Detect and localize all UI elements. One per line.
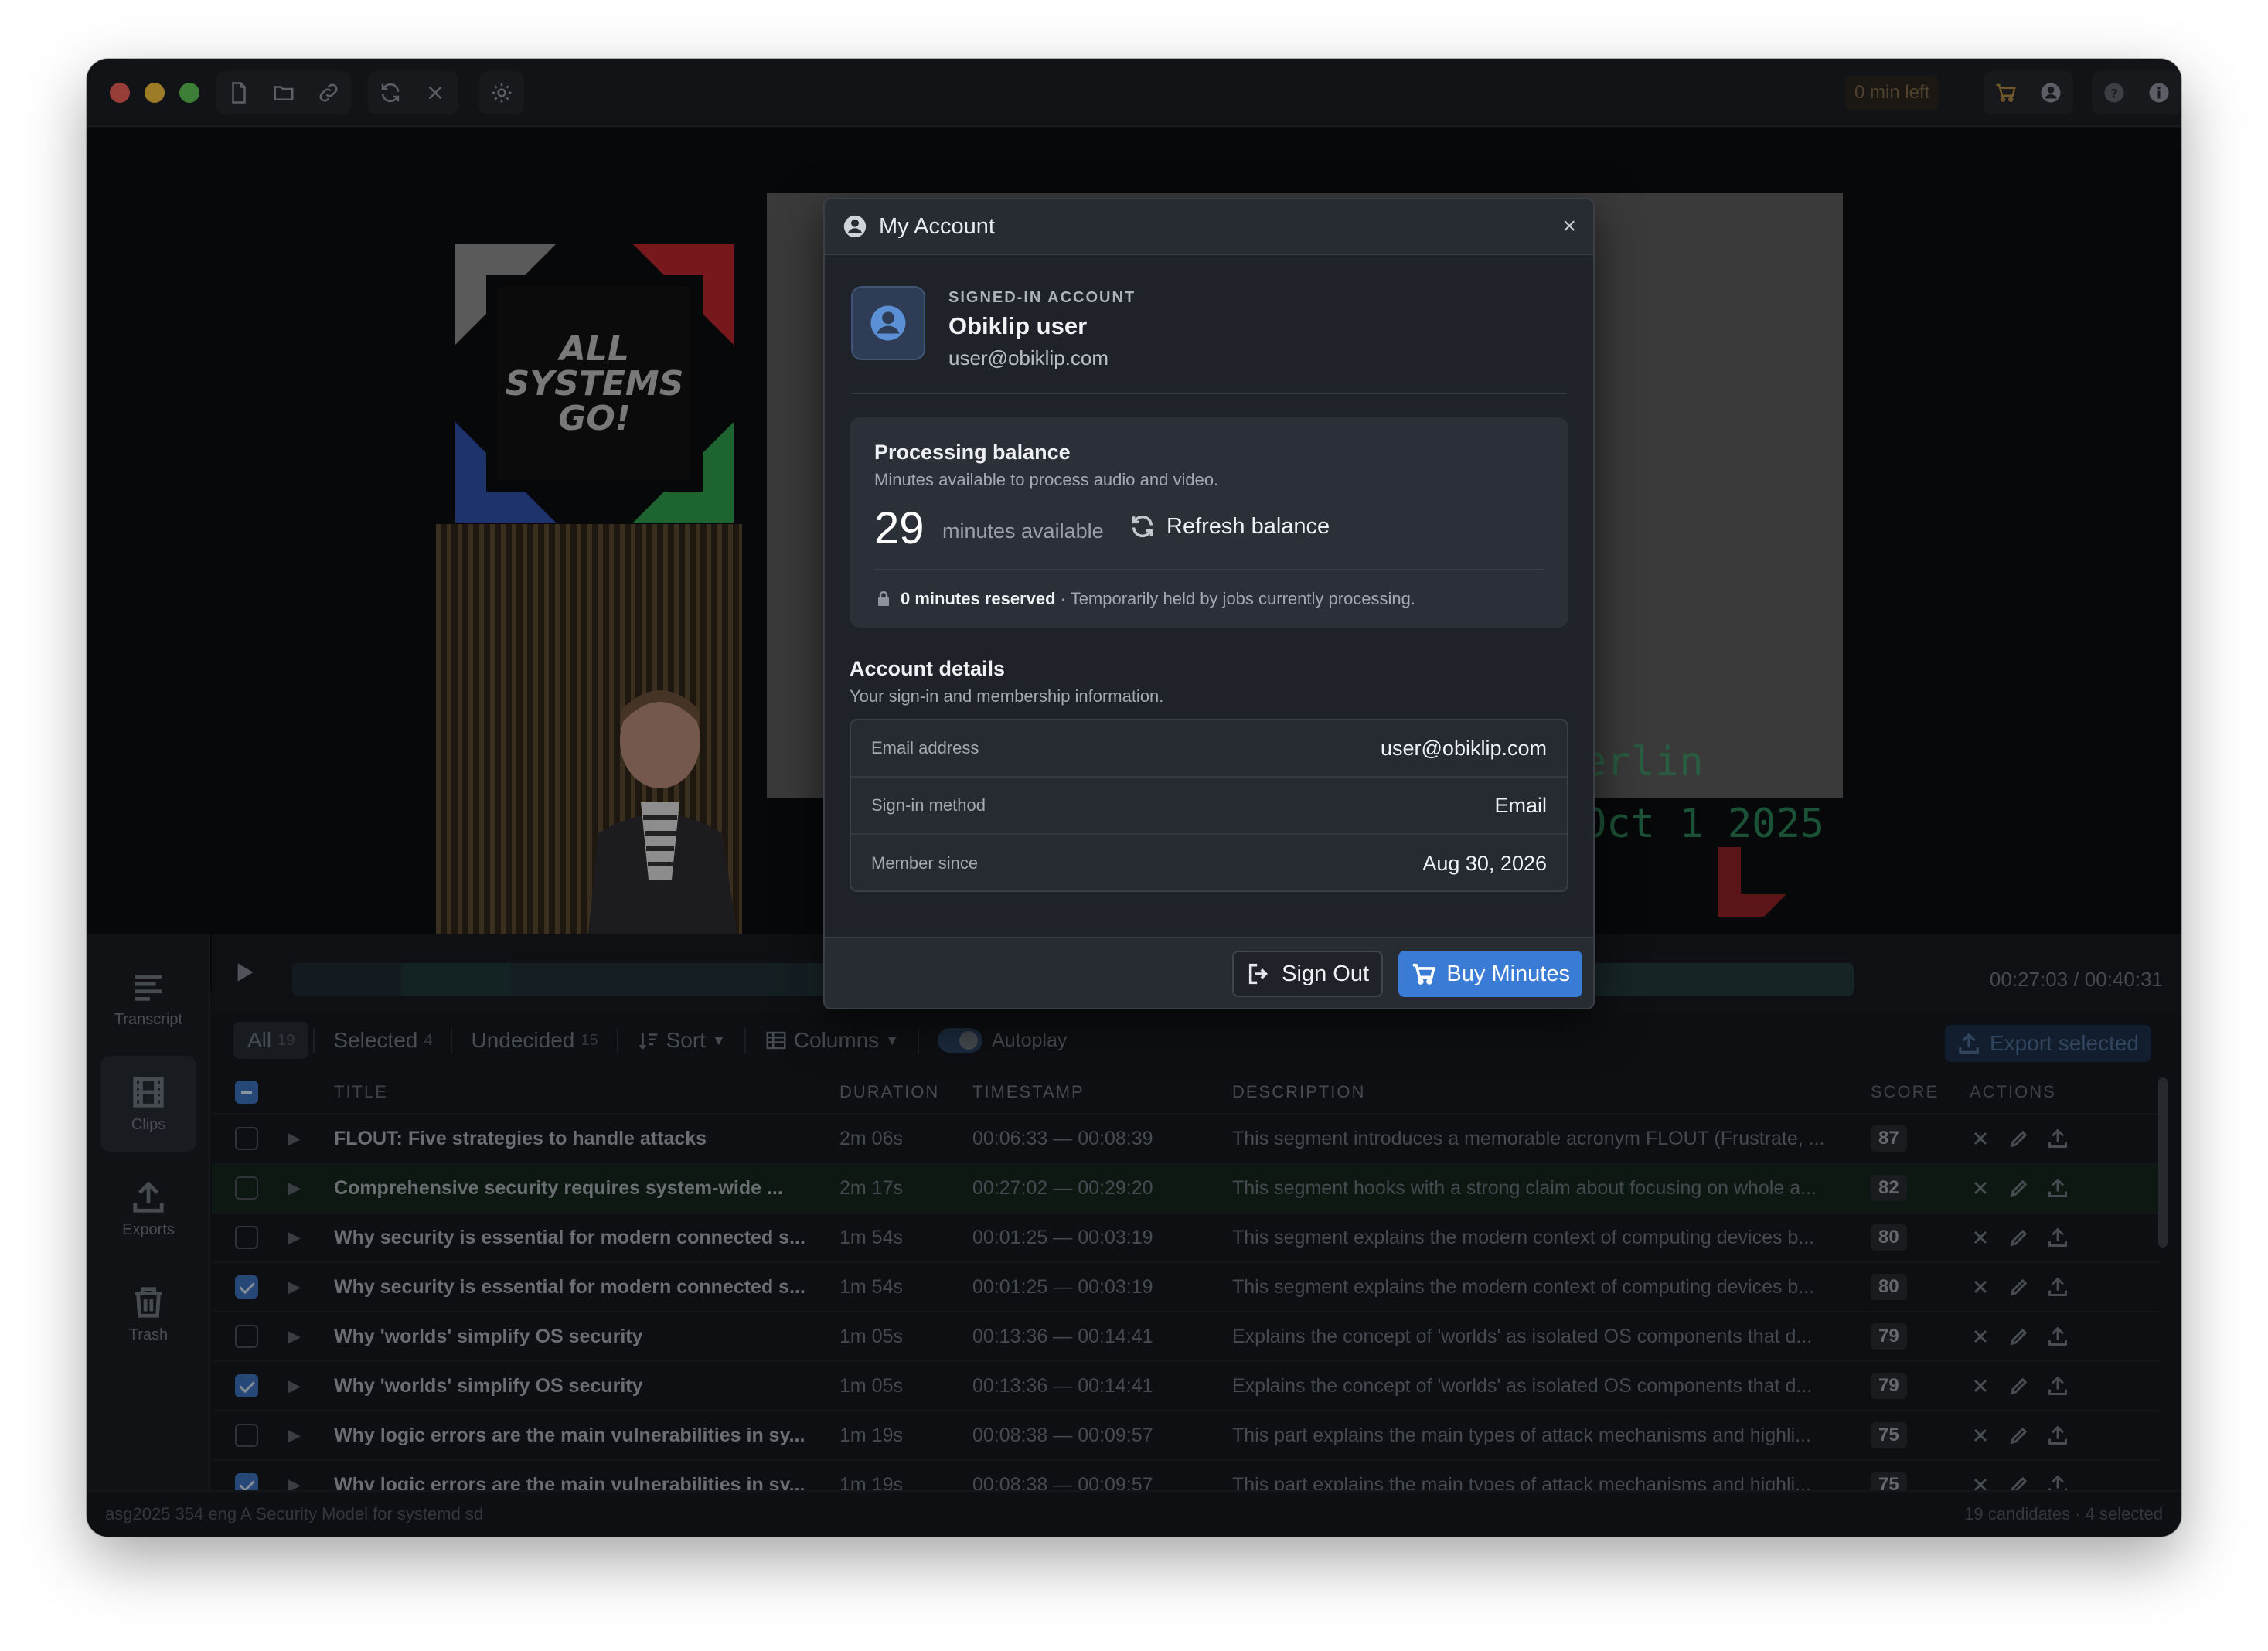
detail-key: Member since	[871, 853, 979, 873]
reserved-count: 0 minutes reserved	[901, 589, 1056, 608]
account-summary: SIGNED-IN ACCOUNT Obiklip user user@obik…	[851, 286, 1567, 394]
account-name: Obiklip user	[948, 312, 1088, 339]
account-details-subtitle: Your sign-in and membership information.	[850, 686, 1164, 706]
detail-key: Email address	[871, 738, 979, 757]
detail-value: Email	[1494, 793, 1547, 817]
detail-row-email: Email address user@obiklip.com	[851, 720, 1567, 778]
detail-value: user@obiklip.com	[1381, 736, 1547, 760]
account-email: user@obiklip.com	[948, 346, 1109, 369]
balance-minutes: 29	[874, 503, 925, 553]
account-details-table: Email address user@obiklip.com Sign-in m…	[850, 719, 1568, 892]
refresh-balance-label: Refresh balance	[1166, 513, 1330, 539]
balance-title: Processing balance	[874, 441, 1071, 464]
reserved-minutes: 0 minutes reserved · Temporarily held by…	[874, 589, 1415, 609]
detail-value: Aug 30, 2026	[1422, 851, 1547, 875]
refresh-balance-button[interactable]: Refresh balance	[1129, 513, 1330, 540]
buy-minutes-button[interactable]: Buy Minutes	[1398, 951, 1582, 997]
sign-out-icon	[1249, 963, 1269, 985]
divider	[874, 569, 1544, 570]
close-icon[interactable]: ×	[1562, 213, 1576, 240]
account-icon	[843, 215, 867, 238]
dialog-header: My Account ×	[825, 199, 1593, 255]
dialog-footer: Sign Out Buy Minutes	[825, 937, 1593, 1008]
dialog-title: My Account	[879, 213, 995, 239]
sign-out-button[interactable]: Sign Out	[1232, 951, 1383, 997]
cart-icon	[1413, 963, 1436, 985]
buy-minutes-label: Buy Minutes	[1446, 961, 1570, 986]
sign-out-label: Sign Out	[1282, 961, 1369, 986]
balance-subtitle: Minutes available to process audio and v…	[874, 470, 1219, 489]
reserved-note: · Temporarily held by jobs currently pro…	[1055, 589, 1416, 608]
app-window: 0 min left ? ALL SYSTEMS GO! erlin Oct 1…	[87, 59, 2181, 1537]
balance-unit: minutes available	[942, 519, 1104, 543]
avatar	[851, 286, 925, 360]
processing-balance-card: Processing balance Minutes available to …	[850, 417, 1568, 628]
detail-key: Sign-in method	[871, 795, 986, 815]
user-icon	[870, 305, 906, 341]
my-account-dialog: My Account × SIGNED-IN ACCOUNT Obiklip u…	[823, 198, 1595, 1009]
detail-row-member-since: Member since Aug 30, 2026	[851, 835, 1567, 890]
detail-row-sign-in-method: Sign-in method Email	[851, 778, 1567, 835]
account-label: SIGNED-IN ACCOUNT	[948, 289, 1136, 306]
lock-icon	[878, 591, 889, 606]
refresh-icon	[1132, 515, 1153, 538]
account-details-title: Account details	[850, 657, 1006, 680]
